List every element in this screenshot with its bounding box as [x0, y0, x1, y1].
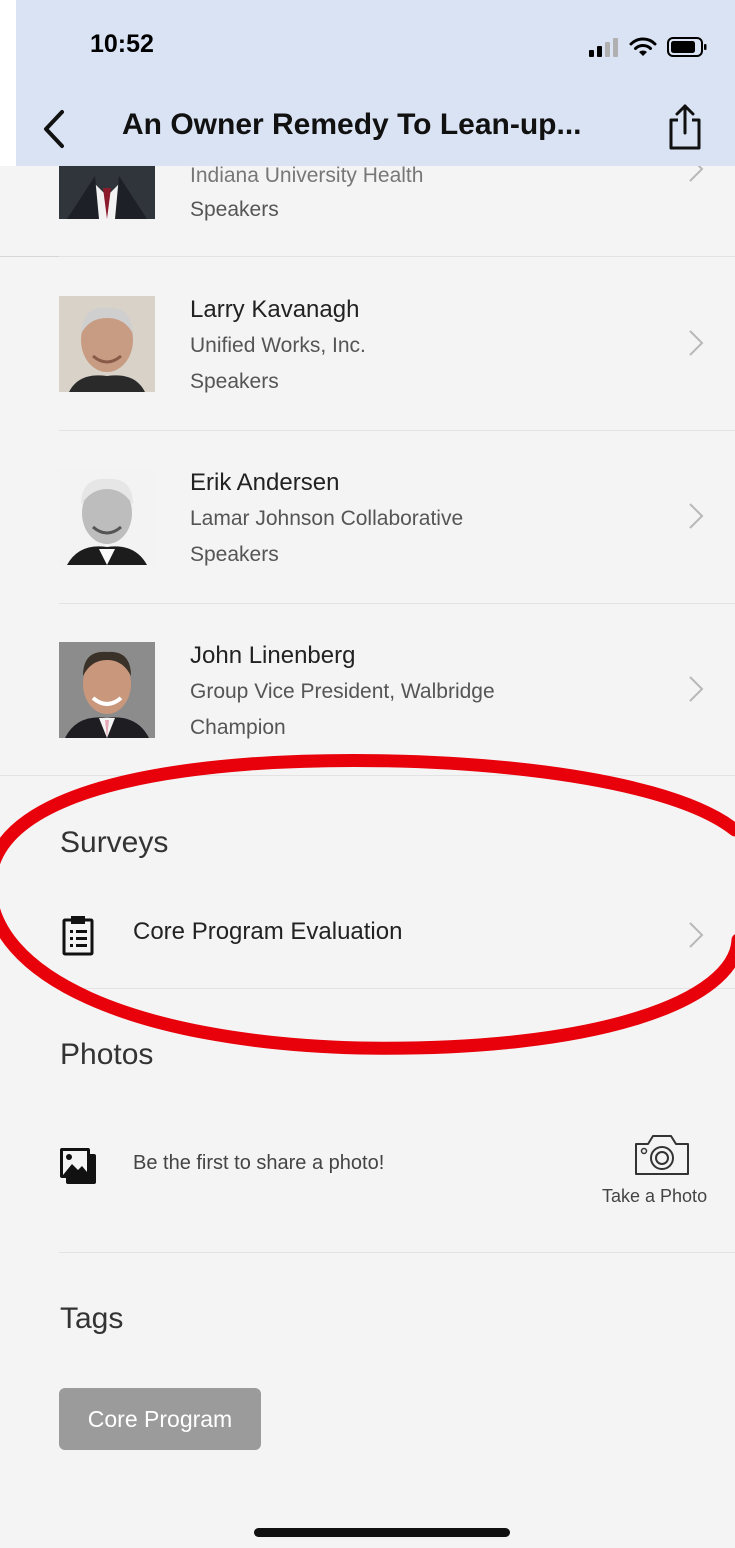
tags-section-title: Tags [60, 1302, 124, 1335]
status-time: 10:52 [90, 30, 154, 58]
speaker-row[interactable]: Larry Kavanagh Unified Works, Inc. Speak… [0, 258, 735, 430]
speaker-role: Speakers [190, 543, 279, 566]
speaker-organization: Indiana University Health [190, 164, 424, 187]
header-bar: 10:52 An Owner Remedy To Lean-up... [0, 0, 735, 166]
header-edge [0, 0, 16, 166]
speaker-role: Speakers [190, 198, 279, 221]
speaker-row[interactable]: John Linenberg Group Vice President, Wal… [0, 604, 735, 776]
avatar [59, 166, 155, 219]
home-indicator[interactable] [254, 1528, 510, 1537]
tag-chip-core-program[interactable]: Core Program [59, 1388, 261, 1450]
page-title: An Owner Remedy To Lean-up... [122, 108, 582, 141]
wifi-icon [629, 37, 657, 56]
survey-label: Core Program Evaluation [133, 918, 403, 945]
speaker-row[interactable]: Erik Andersen Lamar Johnson Collaborativ… [0, 431, 735, 603]
chevron-right-icon [689, 503, 704, 529]
chevron-right-icon [689, 676, 704, 702]
camera-icon [635, 1135, 689, 1175]
speaker-name: Larry Kavanagh [190, 296, 360, 323]
speaker-organization: Group Vice President, Walbridge [190, 680, 495, 703]
survey-item-core-program-evaluation[interactable]: Core Program Evaluation [0, 896, 735, 986]
speaker-name: Erik Andersen [190, 469, 340, 496]
battery-icon [667, 37, 707, 57]
speaker-organization: Unified Works, Inc. [190, 334, 366, 357]
chevron-right-icon [689, 166, 704, 182]
divider [0, 775, 735, 776]
avatar [59, 469, 155, 565]
surveys-section-title: Surveys [60, 826, 169, 859]
chevron-right-icon [689, 330, 704, 356]
photos-empty-text: Be the first to share a photo! [133, 1152, 385, 1174]
status-icons [589, 36, 707, 58]
photos-icon [60, 1148, 96, 1184]
avatar [59, 642, 155, 738]
photos-section-title: Photos [60, 1038, 154, 1071]
cellular-signal-icon [589, 38, 618, 57]
take-photo-button[interactable]: Take a Photo [596, 1130, 731, 1210]
back-chevron-icon[interactable] [36, 106, 72, 152]
avatar [59, 296, 155, 392]
clipboard-icon [62, 916, 94, 956]
speaker-row[interactable]: Indiana University Health Speakers [0, 164, 735, 258]
speaker-name: John Linenberg [190, 642, 356, 669]
take-photo-label: Take a Photo [602, 1186, 708, 1206]
divider [59, 988, 735, 989]
chevron-right-icon [689, 922, 704, 948]
speaker-role: Champion [190, 716, 286, 739]
speaker-role: Speakers [190, 370, 279, 393]
speaker-organization: Lamar Johnson Collaborative [190, 507, 464, 530]
divider [59, 256, 735, 257]
divider [59, 1252, 735, 1253]
share-icon[interactable] [665, 102, 705, 152]
